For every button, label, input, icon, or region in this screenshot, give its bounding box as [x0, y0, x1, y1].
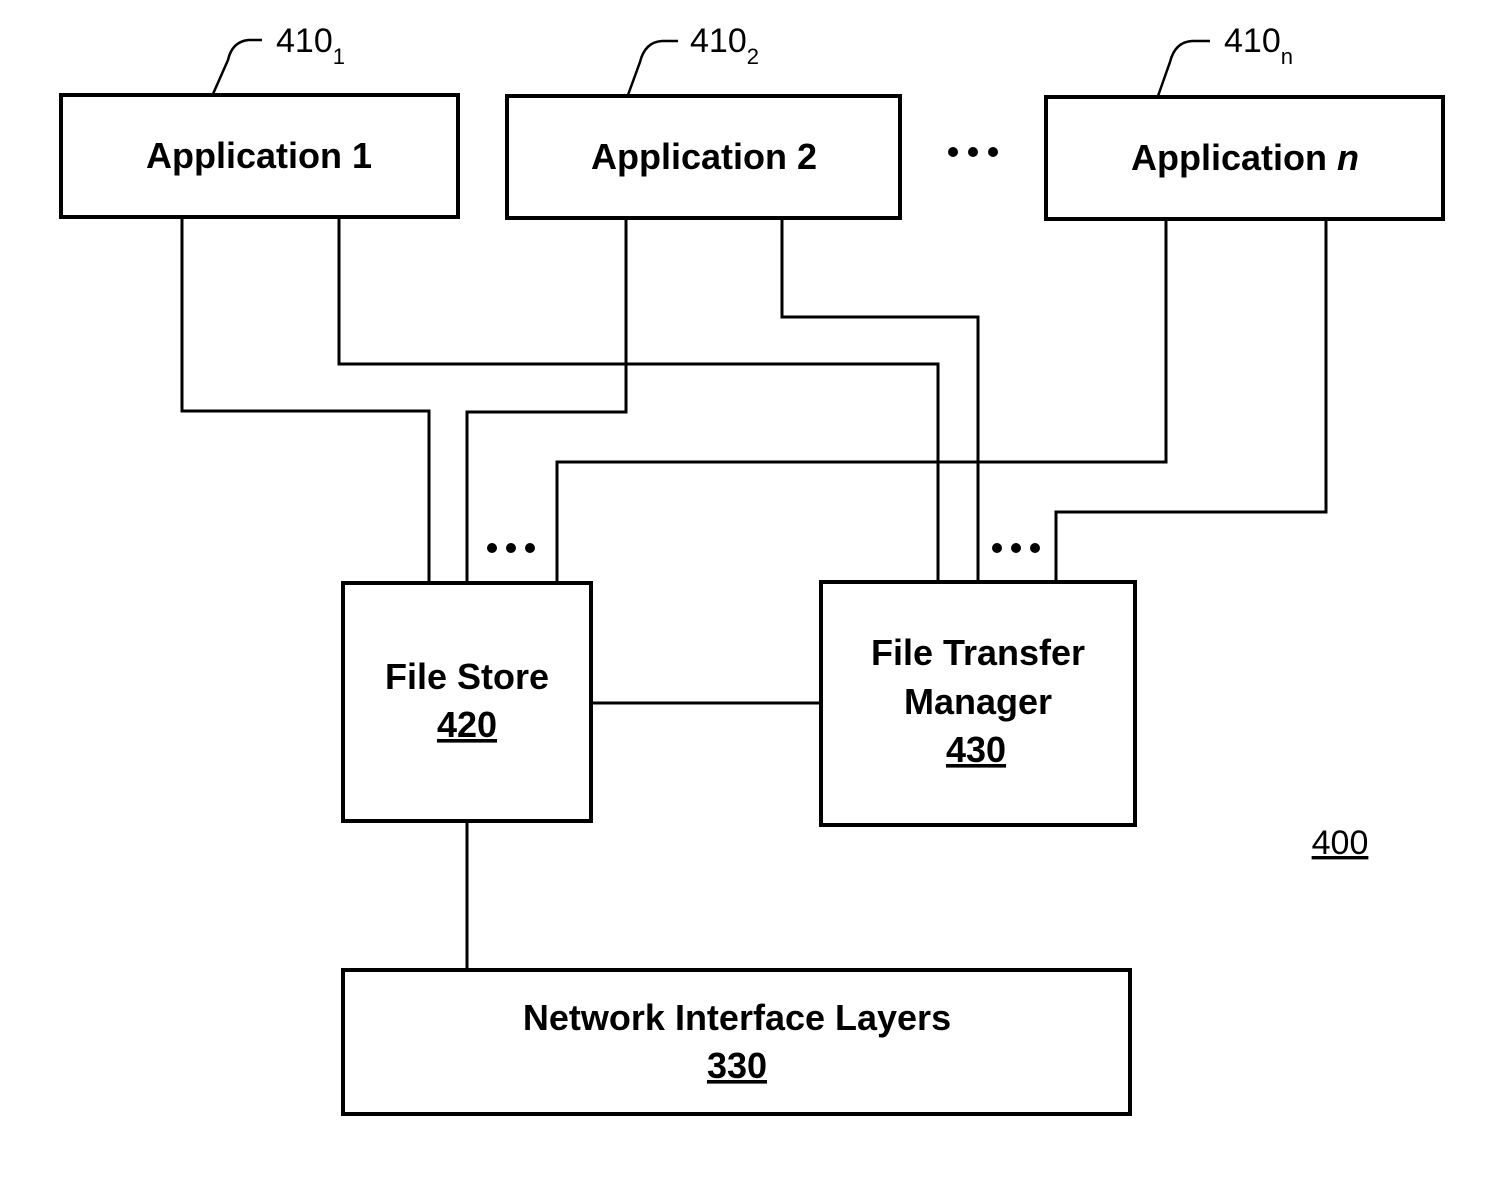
leader-line-410-n	[1156, 39, 1210, 97]
network-interface-label: Network Interface Layers	[523, 997, 951, 1038]
application-2-label: Application 2	[591, 136, 817, 177]
application-n-label: Application n	[1131, 137, 1359, 178]
ellipsis-filestore-inputs	[487, 543, 535, 553]
network-interface-layers-box[interactable]	[341, 968, 1132, 1116]
connector-appn-filestore	[555, 221, 1168, 583]
ellipsis-ftm-inputs	[992, 543, 1040, 553]
system-diagram: 4101 4102 410n Application 1 Application…	[59, 22, 1445, 1116]
leader-line-410-2	[626, 39, 678, 96]
file-store-box[interactable]	[341, 581, 593, 823]
ftm-label-line2: Manager	[904, 681, 1052, 722]
ref-410-n: 410n	[1224, 22, 1293, 69]
connector-app1-filestore	[180, 219, 431, 583]
file-store-ref: 420	[437, 704, 497, 745]
figure-ref-400: 400	[1312, 824, 1369, 862]
file-store-label: File Store	[385, 656, 549, 697]
ref-410-2: 4102	[690, 22, 759, 69]
network-interface-ref: 330	[707, 1045, 767, 1086]
leader-line-410-1	[211, 38, 262, 95]
ellipsis-applications	[948, 147, 998, 157]
connector-appn-ftm	[1054, 221, 1328, 582]
ftm-ref: 430	[946, 729, 1006, 770]
ref-410-1: 4101	[276, 22, 345, 69]
connector-app2-ftm	[780, 220, 980, 582]
application-1-label: Application 1	[146, 135, 372, 176]
connector-app2-filestore	[465, 220, 628, 583]
ftm-label-line1: File Transfer	[871, 632, 1085, 673]
